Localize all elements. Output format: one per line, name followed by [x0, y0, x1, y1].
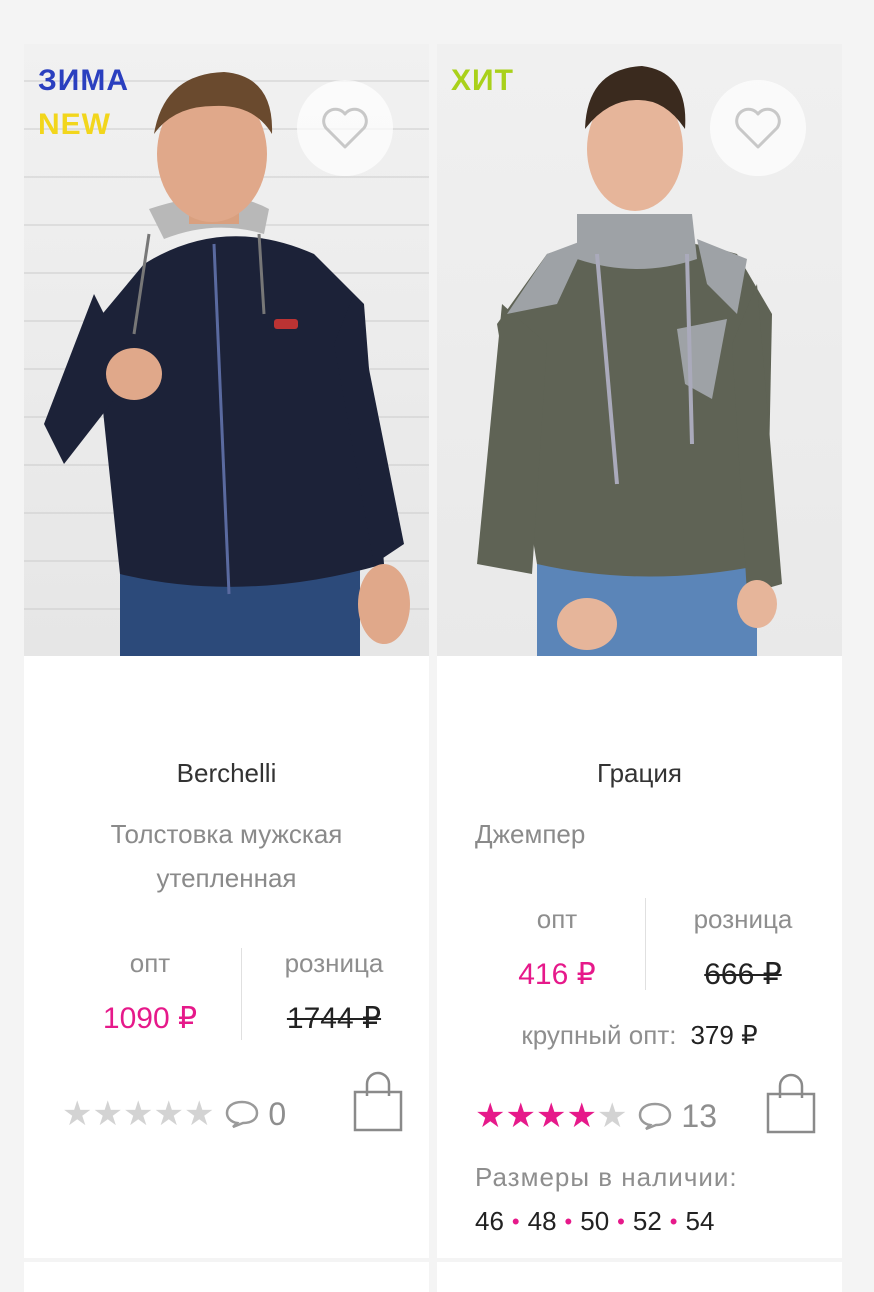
product-name[interactable]: Джемпер [475, 812, 585, 856]
product-photo[interactable]: ЗИМА NEW [24, 44, 429, 656]
star-icon: ★ [183, 1095, 215, 1133]
favorite-button[interactable] [710, 80, 806, 176]
shopping-bag-icon [353, 1071, 403, 1132]
opt-price: 1090 ₽ [102, 1002, 198, 1035]
badge-winter: ЗИМА [38, 64, 130, 97]
next-product-card-preview[interactable] [24, 1262, 429, 1292]
comment-icon [639, 1102, 672, 1131]
sizes-title: Размеры в наличии: [475, 1162, 738, 1192]
product-name[interactable]: Толстовка мужская утепленная [24, 812, 429, 900]
price-block: опт 1090 ₽ розница 1744 ₽ [24, 948, 429, 1048]
star-icon: ★ [566, 1097, 597, 1135]
favorite-button[interactable] [297, 80, 393, 176]
product-brand[interactable]: Berchelli [24, 758, 429, 789]
price-block: опт 416 ₽ розница 666 ₽ [437, 898, 842, 1004]
retail-label: розница [693, 904, 793, 934]
sizes-list: 46 • 48 • 50 • 52 • 54 [475, 1206, 714, 1237]
retail-price: 666 ₽ [704, 958, 782, 991]
rating-row: ★ ★ ★ ★ ★ 13 [475, 1092, 717, 1140]
heart-icon [735, 107, 781, 149]
size-separator: • [564, 1208, 573, 1234]
product-card-gratsiya[interactable]: ХИТ Грация Джемпер опт 416 ₽ розница 666… [437, 44, 842, 1258]
comments-link[interactable]: 0 [224, 1096, 286, 1133]
comments-link[interactable]: 13 [637, 1098, 717, 1135]
badge-hit: ХИТ [451, 64, 514, 97]
shopping-bag-icon [766, 1073, 816, 1134]
badge-new: NEW [38, 108, 111, 141]
bulk-price-row: крупный опт: 379 ₽ [437, 1020, 842, 1051]
star-icon: ★ [122, 1095, 154, 1133]
size-option[interactable]: 54 [686, 1206, 715, 1237]
size-option[interactable]: 52 [633, 1206, 662, 1237]
add-to-cart-button[interactable] [764, 1072, 818, 1141]
size-separator: • [669, 1208, 678, 1234]
opt-price: 416 ₽ [518, 958, 596, 991]
product-name-line-1: Джемпер [475, 819, 586, 849]
star-icon: ★ [153, 1095, 184, 1133]
bulk-price: 379 ₽ [690, 1020, 758, 1050]
star-icon: ★ [596, 1097, 628, 1135]
comments-count: 13 [681, 1097, 718, 1134]
comment-icon [226, 1100, 259, 1129]
size-separator: • [617, 1208, 625, 1234]
star-icon: ★ [535, 1097, 567, 1135]
size-separator: • [511, 1208, 520, 1234]
size-option[interactable]: 46 [475, 1206, 504, 1237]
add-to-cart-button[interactable] [351, 1070, 405, 1139]
comments-count: 0 [268, 1095, 287, 1132]
rating-row: ★ ★ ★ ★ ★ 0 [62, 1090, 286, 1138]
heart-icon [322, 107, 368, 149]
product-name-line-2: утепленная [156, 863, 297, 893]
size-option[interactable]: 50 [580, 1206, 609, 1237]
star-icon: ★ [505, 1097, 536, 1135]
star-icon: ★ [62, 1095, 93, 1133]
product-photo[interactable]: ХИТ [437, 44, 842, 656]
star-icon: ★ [475, 1097, 506, 1135]
product-name-line-1: Толстовка мужская [110, 819, 343, 849]
star-icon: ★ [92, 1095, 123, 1133]
opt-label: опт [129, 948, 171, 978]
size-option[interactable]: 48 [528, 1206, 557, 1237]
product-card-berchelli[interactable]: ЗИМА NEW Berchelli Толстовка мужская уте… [24, 44, 429, 1258]
retail-price: 1744 ₽ [286, 1002, 382, 1035]
product-brand[interactable]: Грация [437, 758, 842, 789]
retail-label: розница [284, 948, 384, 978]
bulk-label: крупный опт: [521, 1020, 677, 1050]
opt-label: опт [536, 904, 578, 934]
next-product-card-preview[interactable] [437, 1262, 842, 1292]
